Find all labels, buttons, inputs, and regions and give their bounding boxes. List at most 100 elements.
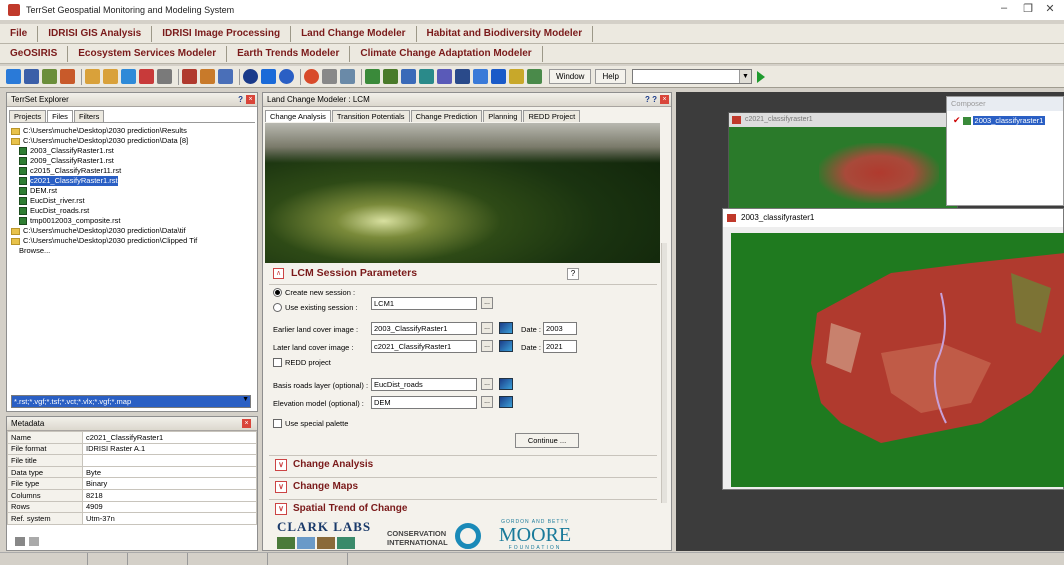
file-tree-item[interactable]: tmp0012003_composite.rst	[11, 216, 253, 226]
table-icon[interactable]	[455, 69, 470, 84]
database-icon[interactable]	[182, 69, 197, 84]
module-select[interactable]: ▼	[631, 69, 752, 84]
menu-habitat[interactable]: Habitat and Biodiversity Modeler	[417, 25, 594, 42]
file-tree-item[interactable]: 2003_ClassifyRaster1.rst	[11, 146, 253, 156]
tab-change-analysis[interactable]: Change Analysis	[265, 110, 331, 122]
menu-idrisi-image[interactable]: IDRISI Image Processing	[152, 25, 292, 42]
elevation-map-icon[interactable]	[499, 396, 513, 408]
save-icon[interactable]	[15, 537, 25, 546]
roads-browse-button[interactable]: ...	[481, 378, 493, 390]
help-button[interactable]: Help	[595, 69, 626, 84]
composer-icon[interactable]	[24, 69, 39, 84]
select-icon[interactable]	[121, 69, 136, 84]
earlier-map-icon[interactable]	[499, 322, 513, 334]
layer-icon[interactable]	[60, 69, 75, 84]
menu-geosiris[interactable]: GeOSIRIS	[0, 45, 69, 62]
tab-transition-potentials[interactable]: Transition Potentials	[331, 110, 410, 122]
overlay-icon[interactable]	[200, 69, 215, 84]
file-tree-item[interactable]: 2009_ClassifyRaster1.rst	[11, 156, 253, 166]
menu-ecosystem[interactable]: Ecosystem Services Modeler	[68, 45, 228, 62]
tab-files[interactable]: Files	[47, 110, 73, 122]
target-icon[interactable]	[304, 69, 319, 84]
file-tree-item[interactable]: C:\Users\muche\Desktop\2030 prediction\D…	[11, 226, 253, 236]
maximize-icon[interactable]: ❐	[1018, 2, 1038, 15]
script-icon[interactable]	[527, 69, 542, 84]
menu-climate[interactable]: Climate Change Adaptation Modeler	[350, 45, 543, 62]
viewer-c2021[interactable]: c2021_classifyraster1	[728, 112, 958, 212]
file-tree-item[interactable]: C:\Users\muche\Desktop\2030 prediction\R…	[11, 126, 253, 136]
file-tree-item[interactable]: c2015_ClassifyRaster11.rst	[11, 166, 253, 176]
tab-redd-project[interactable]: REDD Project	[523, 110, 581, 122]
continue-button[interactable]: Continue ...	[515, 433, 579, 448]
expand-icon[interactable]: ∨	[275, 459, 287, 471]
file-tree-item[interactable]: C:\Users\muche\Desktop\2030 prediction\C…	[11, 236, 253, 246]
chevron-down-icon[interactable]: ▼	[242, 396, 249, 403]
run-icon[interactable]	[756, 70, 765, 83]
expand-icon[interactable]: ∨	[275, 481, 287, 493]
measure-icon[interactable]	[157, 69, 172, 84]
lcm-close-icon[interactable]: ×	[660, 95, 669, 104]
zoom-out-icon[interactable]	[103, 69, 118, 84]
expand-icon[interactable]: ∨	[275, 503, 287, 515]
menu-file[interactable]: File	[0, 25, 39, 42]
lcm-scrollbar[interactable]	[661, 243, 667, 503]
tab-planning[interactable]: Planning	[483, 110, 523, 122]
filter-select[interactable]: *.rst;*.vgf;*.tsf;*.vct;*.vlx;*.vgf;*.ma…	[11, 395, 251, 408]
close-icon[interactable]: ✕	[1040, 2, 1060, 15]
map-canvas[interactable]	[731, 233, 1064, 487]
elevation-browse-button[interactable]: ...	[481, 396, 493, 408]
chevron-down-icon[interactable]: ▼	[738, 70, 751, 83]
window-button[interactable]: Window	[549, 69, 592, 84]
tab-filters[interactable]: Filters	[73, 110, 105, 122]
refresh-icon[interactable]	[29, 537, 39, 546]
menu-land-change[interactable]: Land Change Modeler	[291, 25, 417, 42]
file-tree-item[interactable]: EucDist_roads.rst	[11, 206, 253, 216]
use-session-radio[interactable]	[273, 303, 282, 312]
surface-icon[interactable]	[401, 69, 416, 84]
grid-icon[interactable]	[437, 69, 452, 84]
menu-earth-trends[interactable]: Earth Trends Modeler	[227, 45, 351, 62]
metadata-close-icon[interactable]: ×	[242, 419, 251, 428]
histogram-icon[interactable]	[218, 69, 233, 84]
tab-projects[interactable]: Projects	[9, 110, 47, 122]
roads-field[interactable]: EucDist_roads	[371, 378, 477, 391]
info-icon[interactable]	[243, 69, 258, 84]
palette-checkbox[interactable]	[273, 419, 282, 428]
section-change-maps[interactable]: ∨ Change Maps	[269, 477, 657, 495]
section-spatial-trend[interactable]: ∨ Spatial Trend of Change	[269, 499, 657, 517]
tab-change-prediction[interactable]: Change Prediction	[410, 110, 483, 122]
composer-layer-item[interactable]: ✔ 2003_classifyraster1	[953, 115, 1063, 126]
redd-checkbox[interactable]	[273, 358, 282, 367]
file-tree-item[interactable]: EucDist_river.rst	[11, 196, 253, 206]
later-map-icon[interactable]	[499, 340, 513, 352]
undo-icon[interactable]	[340, 69, 355, 84]
session-browse-button[interactable]: ...	[481, 297, 493, 309]
later-image-field[interactable]: c2021_ClassifyRaster1	[371, 340, 477, 353]
collapse-icon[interactable]: ∧	[273, 268, 284, 279]
explorer-help[interactable]: ?	[238, 93, 243, 107]
brush-icon[interactable]	[491, 69, 506, 84]
file-tree-item[interactable]: c2021_ClassifyRaster1.rst	[11, 176, 253, 186]
later-browse-button[interactable]: ...	[481, 340, 493, 352]
file-tree-item[interactable]: DEM.rst	[11, 186, 253, 196]
raster-calc-icon[interactable]	[419, 69, 434, 84]
gps-icon[interactable]	[365, 69, 380, 84]
file-tree-item[interactable]: Browse...	[11, 246, 253, 256]
list-icon[interactable]	[473, 69, 488, 84]
section-change-analysis[interactable]: ∨ Change Analysis	[269, 455, 657, 473]
display-icon[interactable]	[6, 69, 21, 84]
zoom-in-icon[interactable]	[85, 69, 100, 84]
session-name-field[interactable]: LCM1	[371, 297, 477, 310]
date1-field[interactable]: 2003	[543, 322, 577, 335]
explorer-close-icon[interactable]: ×	[246, 95, 255, 104]
earlier-image-field[interactable]: 2003_ClassifyRaster1	[371, 322, 477, 335]
create-session-radio[interactable]	[273, 288, 282, 297]
elevation-field[interactable]: DEM	[371, 396, 477, 409]
session-help-button[interactable]: ?	[567, 268, 579, 280]
roads-map-icon[interactable]	[499, 378, 513, 390]
menu-idrisi-gis[interactable]: IDRISI GIS Analysis	[38, 25, 153, 42]
explorer-icon[interactable]	[42, 69, 57, 84]
flag-icon[interactable]	[139, 69, 154, 84]
digitize-icon[interactable]	[261, 69, 276, 84]
macro-icon[interactable]	[509, 69, 524, 84]
